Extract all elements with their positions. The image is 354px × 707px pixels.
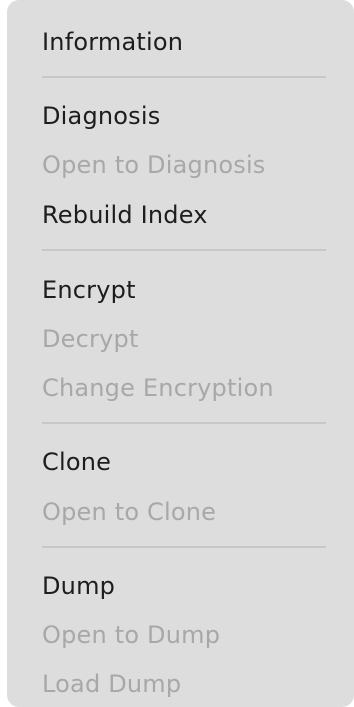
menu-item-change-encryption: Change Encryption xyxy=(42,374,274,402)
menu-item-clone[interactable]: Clone xyxy=(42,442,111,482)
menu-separator xyxy=(42,422,326,424)
context-menu: Information Diagnosis Open to Diagnosis … xyxy=(7,0,354,707)
menu-item-open-to-clone: Open to Clone xyxy=(42,498,217,526)
menu-item-load-dump: Load Dump xyxy=(42,670,182,698)
menu-item-information[interactable]: Information xyxy=(42,22,183,62)
menu-item-rebuild-index[interactable]: Rebuild Index xyxy=(42,195,208,235)
menu-separator xyxy=(42,249,326,251)
menu-item-open-to-diagnosis: Open to Diagnosis xyxy=(42,151,266,179)
menu-item-diagnosis[interactable]: Diagnosis xyxy=(42,96,160,136)
menu-item-dump[interactable]: Dump xyxy=(42,566,115,606)
menu-separator xyxy=(42,546,326,548)
menu-item-decrypt: Decrypt xyxy=(42,325,139,353)
menu-separator xyxy=(42,76,326,78)
menu-item-encrypt[interactable]: Encrypt xyxy=(42,270,136,310)
menu-item-open-to-dump: Open to Dump xyxy=(42,621,221,649)
